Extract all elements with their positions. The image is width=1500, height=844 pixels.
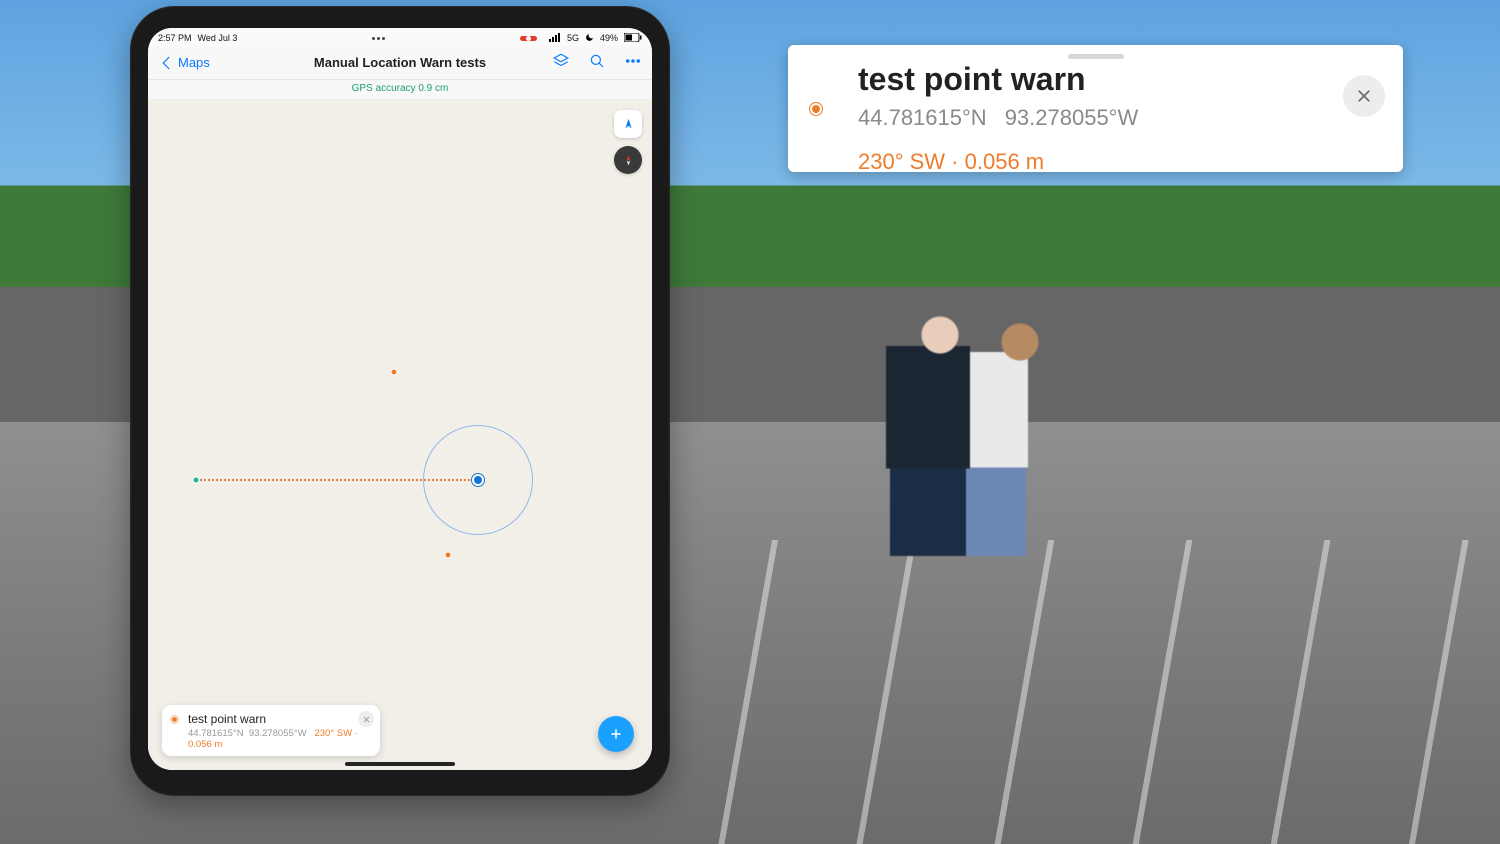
point-marker-start[interactable] — [193, 477, 200, 484]
status-time: 2:57 PM — [158, 33, 192, 43]
feature-distance: 0.056 m — [188, 739, 222, 750]
battery-icon — [624, 33, 642, 44]
back-button[interactable]: Maps — [158, 54, 210, 72]
battery-label: 49% — [600, 33, 618, 43]
card-close-button[interactable] — [358, 711, 374, 727]
feature-distance-large: 0.056 m — [965, 149, 1045, 174]
map-canvas[interactable]: test point warn 44.781615°N 93.278055°W … — [148, 100, 652, 770]
signal-icon — [549, 33, 561, 44]
location-arrow-icon — [621, 117, 636, 132]
chevron-left-icon — [158, 54, 176, 72]
status-bar: 2:57 PM Wed Jul 3 5G 49% — [148, 28, 652, 46]
point-marker[interactable] — [445, 552, 452, 559]
feature-lat: 44.781615°N — [188, 728, 244, 739]
ipad-screen: 2:57 PM Wed Jul 3 5G 49% — [148, 28, 652, 770]
dnd-icon — [585, 33, 594, 44]
card-close-button-large[interactable] — [1343, 75, 1385, 117]
status-date: Wed Jul 3 — [198, 33, 238, 43]
layers-button[interactable] — [552, 52, 570, 73]
gps-accuracy-banner: GPS accuracy 0.9 cm — [148, 80, 652, 100]
feature-card-zoom[interactable]: test point warn 44.781615°N 93.278055°W … — [788, 45, 1403, 172]
locate-button[interactable] — [614, 110, 642, 138]
feature-lon: 93.278055°W — [249, 728, 307, 739]
close-icon — [362, 715, 371, 724]
feature-bearing-large: 230° SW — [858, 149, 945, 174]
nav-bar: Maps Manual Location Warn tests — [148, 46, 652, 80]
more-icon — [624, 52, 642, 70]
network-label: 5G — [567, 33, 579, 43]
plus-icon — [608, 726, 624, 742]
gps-current-location[interactable] — [472, 474, 484, 486]
feature-card[interactable]: test point warn 44.781615°N 93.278055°W … — [162, 705, 380, 756]
feature-subtitle: 44.781615°N 93.278055°W 230° SW · 0.056 … — [188, 728, 370, 750]
feature-lat-large: 44.781615°N — [858, 105, 987, 131]
close-icon — [1355, 87, 1373, 105]
feature-symbol-icon — [171, 716, 178, 723]
more-button[interactable] — [624, 52, 642, 73]
back-label: Maps — [178, 55, 210, 70]
people-in-photo — [880, 300, 1080, 650]
point-marker[interactable] — [391, 369, 398, 376]
drag-handle[interactable] — [1068, 54, 1124, 59]
feature-bearing: 230° SW — [314, 728, 352, 739]
multitask-dots[interactable] — [372, 37, 385, 40]
screen-record-pill[interactable] — [520, 36, 537, 41]
feature-lon-large: 93.278055°W — [1005, 105, 1139, 131]
compass-button[interactable] — [614, 146, 642, 174]
search-button[interactable] — [588, 52, 606, 73]
search-icon — [588, 52, 606, 70]
feature-title: test point warn — [188, 712, 370, 726]
layers-icon — [552, 52, 570, 70]
add-feature-fab[interactable] — [598, 716, 634, 752]
compass-icon — [621, 153, 636, 168]
feature-title-large: test point warn — [858, 63, 1333, 95]
feature-symbol-icon — [810, 103, 822, 115]
home-indicator[interactable] — [345, 762, 455, 766]
ipad-frame: 2:57 PM Wed Jul 3 5G 49% — [130, 6, 670, 796]
